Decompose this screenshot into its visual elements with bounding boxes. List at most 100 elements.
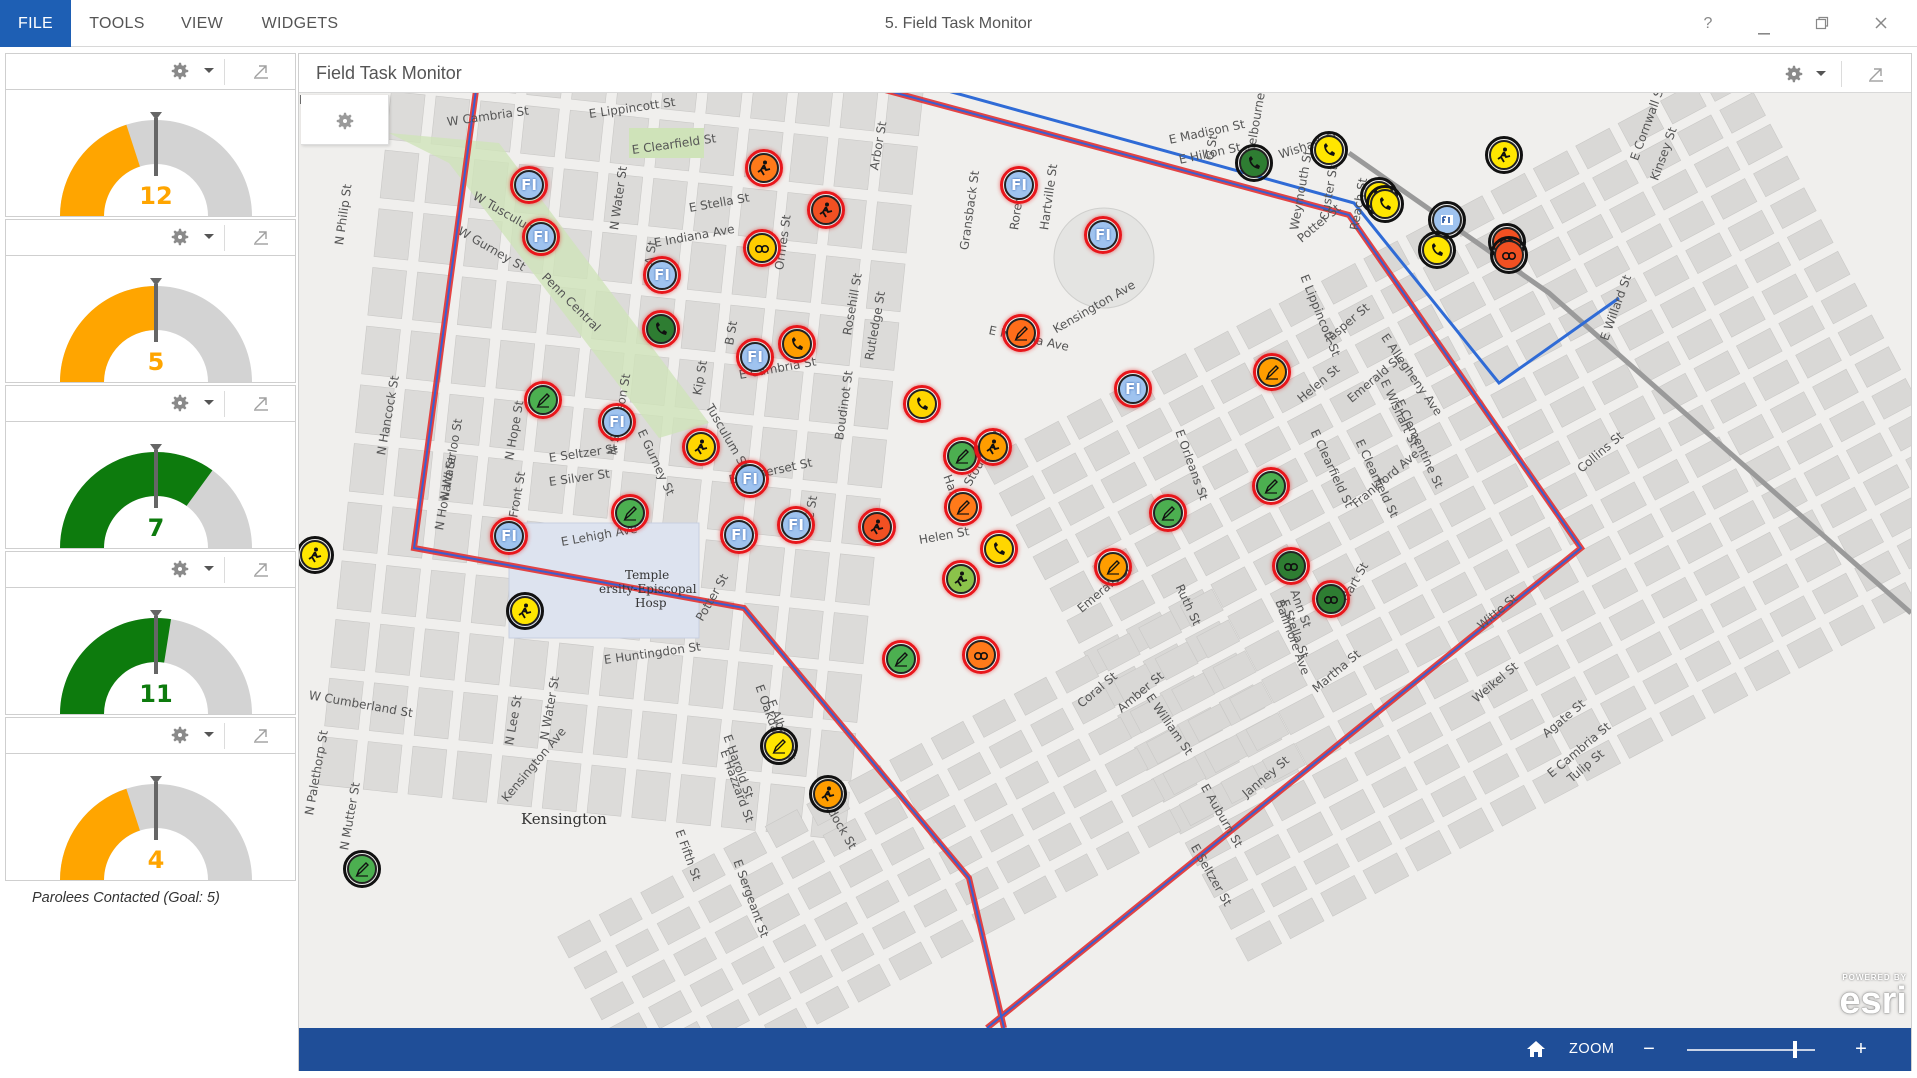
city-block xyxy=(631,769,671,822)
field-interview-marker[interactable]: FI xyxy=(522,218,560,256)
task-marker-phone[interactable] xyxy=(778,325,816,363)
task-marker-doc[interactable] xyxy=(343,850,381,888)
task-marker-doc[interactable] xyxy=(1252,467,1290,505)
task-marker-cuff[interactable] xyxy=(1312,580,1350,618)
task-marker-cuff[interactable] xyxy=(1490,236,1528,274)
fi-icon xyxy=(1440,212,1454,228)
runner-icon xyxy=(694,439,708,455)
popout-icon[interactable] xyxy=(252,228,270,246)
task-marker-phone[interactable] xyxy=(1418,231,1456,269)
runner-icon xyxy=(954,571,968,587)
popout-icon[interactable] xyxy=(1867,65,1885,83)
field-interview-marker[interactable]: FI xyxy=(1114,370,1152,408)
task-marker-runner[interactable] xyxy=(745,149,783,187)
doc-icon xyxy=(1264,478,1278,495)
task-marker-phone[interactable] xyxy=(980,530,1018,568)
city-block xyxy=(835,553,875,606)
task-marker-runner[interactable] xyxy=(682,428,720,466)
doc-icon xyxy=(772,738,786,755)
task-marker-runner[interactable] xyxy=(974,428,1012,466)
task-marker-phone[interactable] xyxy=(1366,185,1404,223)
chevron-down-icon[interactable] xyxy=(201,228,217,244)
gear-icon[interactable] xyxy=(169,558,191,580)
phone-icon xyxy=(915,396,929,412)
esri-brand-text: esri xyxy=(1839,980,1907,1022)
doc-icon xyxy=(894,651,908,668)
popout-icon[interactable] xyxy=(252,62,270,80)
toolbar-divider xyxy=(1841,61,1842,87)
city-block xyxy=(828,612,869,665)
menu-view[interactable]: VIEW xyxy=(172,0,232,47)
menu-file[interactable]: FILE xyxy=(0,0,71,47)
map-canvas[interactable]: W Cambria St E Lippincott St E Clearfield … xyxy=(299,93,1911,1028)
field-interview-marker[interactable]: FI xyxy=(777,506,815,544)
popout-icon[interactable] xyxy=(252,726,270,744)
chevron-down-icon[interactable] xyxy=(201,726,217,742)
field-interview-marker[interactable]: FI xyxy=(643,256,681,294)
gear-icon[interactable] xyxy=(169,226,191,248)
task-marker-doc[interactable] xyxy=(944,488,982,526)
map-settings-button[interactable] xyxy=(301,95,389,145)
gear-icon[interactable] xyxy=(169,724,191,746)
city-block xyxy=(541,760,582,812)
popout-icon[interactable] xyxy=(252,560,270,578)
city-block xyxy=(527,461,568,514)
city-block xyxy=(509,637,549,690)
field-interview-marker[interactable]: FI xyxy=(720,516,758,554)
doc-icon xyxy=(1161,505,1175,522)
task-marker-phone[interactable] xyxy=(642,310,680,348)
chevron-down-icon[interactable] xyxy=(201,62,217,78)
task-marker-runner[interactable] xyxy=(807,191,845,229)
field-interview-marker[interactable]: FI xyxy=(736,338,774,376)
task-marker-phone[interactable] xyxy=(903,385,941,423)
restore-button[interactable] xyxy=(1800,0,1844,47)
task-marker-runner[interactable] xyxy=(809,775,847,813)
gear-icon[interactable] xyxy=(1783,63,1805,85)
help-button[interactable]: ? xyxy=(1686,0,1730,47)
chevron-down-icon[interactable] xyxy=(201,394,217,410)
zoom-slider-thumb[interactable] xyxy=(1793,1041,1797,1058)
task-marker-runner[interactable] xyxy=(506,592,544,630)
field-interview-marker[interactable]: FI xyxy=(1000,166,1038,204)
task-marker-doc[interactable] xyxy=(1002,314,1040,352)
gear-icon[interactable] xyxy=(169,60,191,82)
field-interview-marker[interactable]: FI xyxy=(598,403,636,441)
cuff-icon xyxy=(973,647,989,663)
task-marker-phone[interactable] xyxy=(1235,144,1273,182)
task-marker-doc[interactable] xyxy=(611,494,649,532)
task-marker-doc[interactable] xyxy=(760,727,798,765)
task-marker-doc[interactable] xyxy=(1253,353,1291,391)
field-interview-marker[interactable]: FI xyxy=(490,517,528,555)
chevron-down-icon[interactable] xyxy=(1813,65,1829,81)
task-marker-doc[interactable] xyxy=(882,640,920,678)
task-marker-cuff[interactable] xyxy=(962,636,1000,674)
task-marker-runner[interactable] xyxy=(942,560,980,598)
zoom-out-button[interactable]: − xyxy=(1639,1028,1659,1071)
task-marker-doc[interactable] xyxy=(524,381,562,419)
task-marker-runner[interactable] xyxy=(858,508,896,546)
home-icon[interactable] xyxy=(1525,1038,1547,1060)
menu-tools[interactable]: TOOLS xyxy=(84,0,150,47)
menu-widgets[interactable]: WIDGETS xyxy=(258,0,342,47)
close-button[interactable] xyxy=(1859,0,1903,47)
task-marker-cuff[interactable] xyxy=(743,229,781,267)
marker-label: FI xyxy=(742,470,758,488)
task-marker-runner[interactable] xyxy=(1485,136,1523,174)
chevron-down-icon[interactable] xyxy=(201,560,217,576)
phone-icon xyxy=(1430,242,1444,258)
field-interview-marker[interactable]: FI xyxy=(510,166,548,204)
toolbar-divider xyxy=(224,59,225,85)
popout-icon[interactable] xyxy=(252,394,270,412)
task-marker-phone[interactable] xyxy=(1310,131,1348,169)
gear-icon[interactable] xyxy=(169,392,191,414)
task-marker-cuff[interactable] xyxy=(1272,547,1310,585)
zoom-in-button[interactable]: + xyxy=(1851,1028,1871,1071)
city-block xyxy=(426,569,466,622)
gauge-card-1: 12 Field Interviews (Goal: 15) xyxy=(5,53,296,242)
task-marker-doc[interactable] xyxy=(1149,494,1187,532)
task-marker-doc[interactable] xyxy=(1094,548,1132,586)
field-interview-marker[interactable]: FI xyxy=(731,460,769,498)
doc-icon xyxy=(956,499,970,516)
minimize-button[interactable] xyxy=(1742,0,1786,47)
field-interview-marker[interactable]: FI xyxy=(1084,216,1122,254)
